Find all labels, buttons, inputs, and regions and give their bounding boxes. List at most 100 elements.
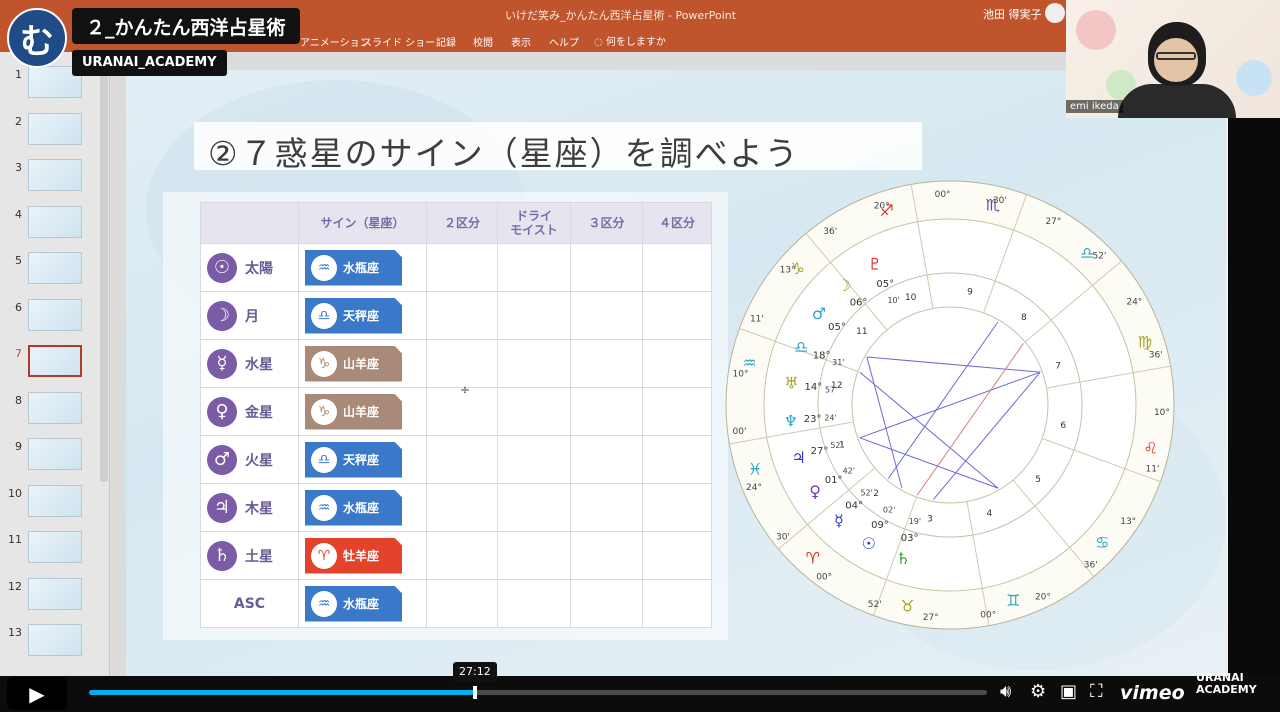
table-row: ♃ 木星 ♒ 水瓶座 [200,483,712,532]
slide-thumbnail-panel: 1 2 3 4 5 6 7 8 9 10 11 12 13 [0,52,110,678]
tab-record[interactable]: 記録 [436,34,456,49]
sign-label: ♑ 山羊座 [305,393,402,430]
slide-thumbnail[interactable]: 5 [0,252,100,292]
planet-degree: 03° [901,533,919,544]
dry-moist-cell[interactable] [497,291,571,340]
degree-label: 36' [1084,561,1098,571]
slide-thumbnail[interactable]: 4 [0,205,100,246]
slide-thumbnail[interactable]: 11 [0,531,100,571]
dry-moist-cell[interactable] [497,483,571,532]
planet-glyph: ♆ [784,411,798,430]
dry-moist-cell[interactable] [497,387,571,436]
header-planet [200,202,299,244]
house-number: 5 [1035,475,1041,485]
element-cell[interactable] [642,579,712,628]
modality-cell[interactable] [570,531,643,580]
picture-in-picture-icon[interactable]: ▣ [1060,681,1077,702]
thumbnail-number: 11 [8,533,22,546]
dry-moist-cell[interactable] [497,339,571,388]
modality-cell[interactable] [570,483,643,532]
planet-degree: 14° [804,382,822,393]
duality-cell[interactable] [426,483,498,532]
sign-glyph-icon: ♒ [311,590,337,617]
dry-moist-cell[interactable] [497,531,571,580]
thumbnail-number: 2 [15,114,22,128]
progress-fill [89,690,476,695]
dry-moist-cell[interactable] [497,579,571,628]
webcam-decoration [1236,60,1272,96]
degree-label: 24° [746,483,762,493]
slide-thumbnail[interactable]: 3 [0,159,100,199]
tab-view[interactable]: 表示 [511,34,531,49]
duality-cell[interactable] [426,291,498,340]
settings-gear-icon[interactable]: ⚙ [1030,681,1046,702]
presenter-glasses [1156,52,1196,60]
tab-help[interactable]: ヘルプ [549,34,579,49]
progress-handle[interactable] [473,686,478,699]
volume-icon[interactable]: 🔊︎ [1000,681,1011,702]
vimeo-logo[interactable]: vimeo [1120,682,1185,704]
element-cell[interactable] [642,291,712,340]
thumbnail-number: 12 [8,579,22,593]
planet-minute: 57' [825,385,837,394]
modality-cell[interactable] [570,339,643,388]
planet-glyph: ☉ [862,534,876,553]
sign-label: ♒ 水瓶座 [305,585,402,622]
sign-name: 水瓶座 [343,597,380,611]
thumbnail-scrollbar[interactable] [100,52,108,482]
tab-animation[interactable]: アニメーション [300,34,370,49]
progress-bar[interactable] [89,686,987,699]
element-cell[interactable] [642,531,712,580]
modality-cell[interactable] [570,291,643,340]
degree-label: 00' [733,427,747,437]
duality-cell[interactable] [426,435,498,484]
planet-degree: 18° [813,350,831,361]
table-row: ♂ 火星 ♎ 天秤座 [200,435,712,484]
tell-me-search[interactable]: ◌ 何をしますか [594,33,666,48]
user-avatar-icon[interactable] [1045,3,1065,23]
element-cell[interactable] [642,387,712,436]
planet-minute: 52' [860,488,872,497]
planet-label: ♀ 金星 [201,396,298,427]
dry-moist-cell[interactable] [497,435,571,484]
play-button[interactable]: ▶ [7,677,67,710]
slide-title-box: ②７惑星のサイン（星座）を調べよう [194,122,922,173]
user-name[interactable]: 池田 得実子 [983,6,1042,22]
slide-thumbnail[interactable]: 9 [0,438,100,478]
academy-watermark: URANAI ACADEMY [1196,671,1257,696]
modality-cell[interactable] [570,579,643,628]
thumbnail-image [28,531,82,563]
duality-cell[interactable] [426,243,498,292]
slide-thumbnail[interactable]: 7 [0,345,100,385]
planet-glyph-icon: ♃ [207,492,237,523]
duality-cell[interactable] [426,531,498,580]
duality-cell[interactable] [426,579,498,628]
fullscreen-icon[interactable]: ⛶ [1090,681,1103,702]
degree-label: 36' [823,227,837,237]
slide-thumbnail[interactable]: 8 [0,391,100,432]
slide-thumbnail[interactable]: 12 [0,577,100,618]
slide-thumbnail[interactable]: 10 [0,484,100,525]
element-cell[interactable] [642,243,712,292]
slide-thumbnail[interactable]: 2 [0,112,100,153]
degree-label: 20° [1035,593,1051,603]
modality-cell[interactable] [570,387,643,436]
tab-slideshow[interactable]: スライド ショー [362,34,435,49]
planet-glyph: ♄ [896,549,910,568]
house-number: 6 [1060,421,1066,431]
table-row: ♀ 金星 ♑ 山羊座 [200,387,712,436]
element-cell[interactable] [642,339,712,388]
element-cell[interactable] [642,435,712,484]
slide-thumbnail[interactable]: 13 [0,624,100,664]
time-tooltip: 27:12 [453,662,497,682]
duality-cell[interactable] [426,339,498,388]
dry-moist-cell[interactable] [497,243,571,292]
modality-cell[interactable] [570,243,643,292]
planet-sign-table: サイン（星座） ２区分 ドライ モイスト ３区分 ４区分 ☉ 太陽 ♒ 水瓶座 … [200,202,712,628]
tab-review[interactable]: 校閲 [473,34,493,49]
thumbnail-image [28,438,82,470]
planet-glyph: ♇ [868,255,882,274]
element-cell[interactable] [642,483,712,532]
modality-cell[interactable] [570,435,643,484]
slide-thumbnail[interactable]: 6 [0,298,100,339]
